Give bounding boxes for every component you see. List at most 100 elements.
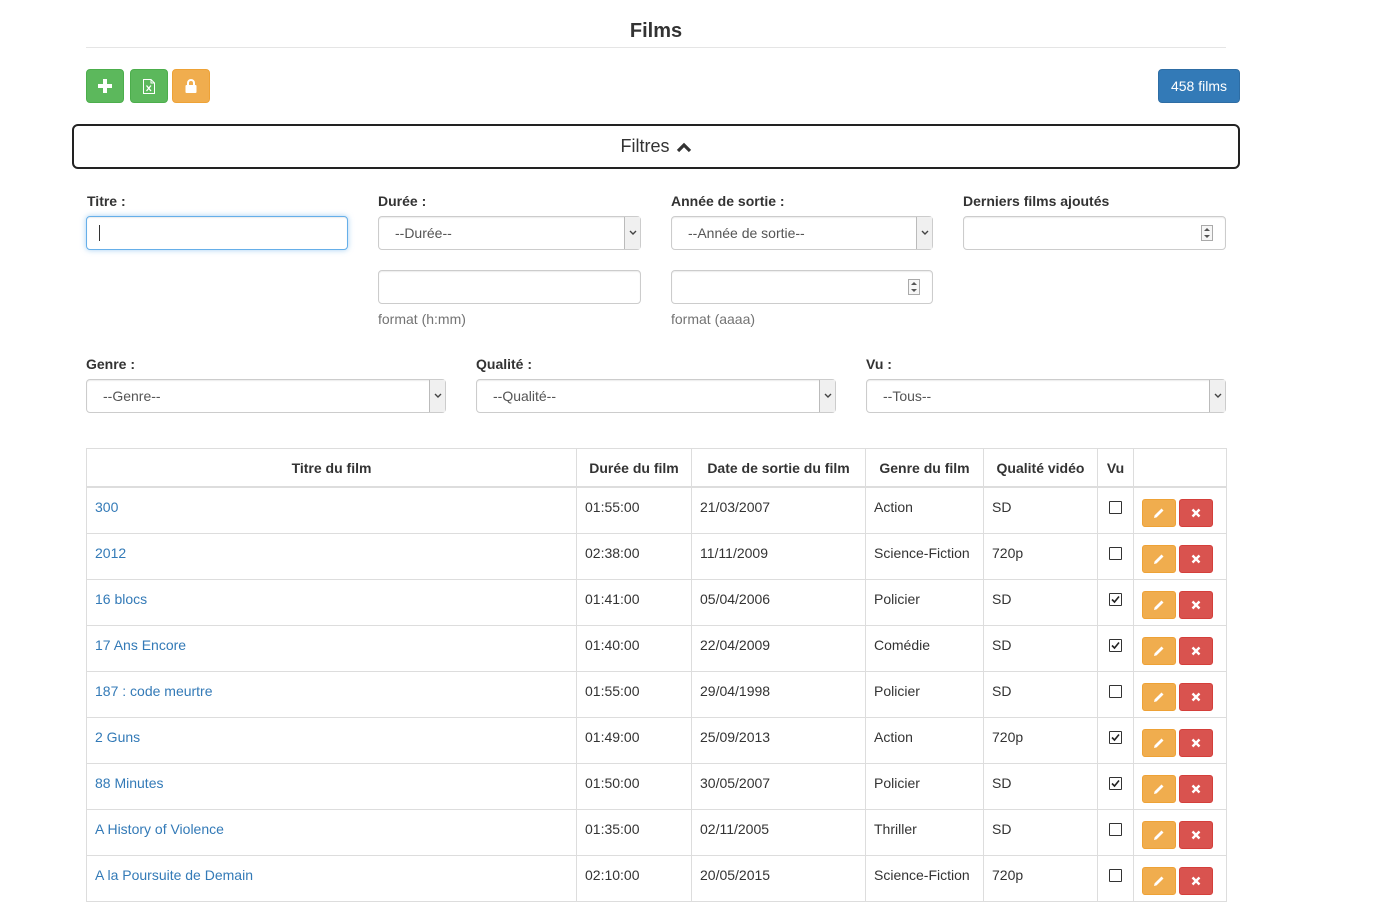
annee-select[interactable]: --Année de sortie-- — [671, 216, 933, 250]
film-title-link[interactable]: A la Poursuite de Demain — [95, 867, 253, 883]
seen-checkbox[interactable] — [1109, 546, 1122, 560]
cell-seen — [1097, 578, 1134, 626]
film-title-link[interactable]: 88 Minutes — [95, 775, 163, 791]
qualite-select-value: --Qualité-- — [493, 388, 557, 404]
edit-button[interactable] — [1142, 866, 1176, 895]
edit-button[interactable] — [1142, 820, 1176, 849]
edit-button[interactable] — [1142, 728, 1176, 757]
cell-genre: Science-Fiction — [865, 854, 984, 902]
seen-checkbox[interactable] — [1109, 868, 1122, 882]
delete-button[interactable] — [1179, 636, 1213, 665]
delete-button[interactable] — [1179, 590, 1213, 619]
film-title-link[interactable]: 16 blocs — [95, 591, 147, 607]
pencil-icon — [1154, 600, 1164, 610]
pencil-icon — [1154, 784, 1164, 794]
delete-button[interactable] — [1179, 499, 1213, 527]
seen-checkbox[interactable] — [1109, 592, 1122, 606]
edit-button[interactable] — [1142, 774, 1176, 803]
duree-select[interactable]: --Durée-- — [378, 216, 641, 250]
table-row: 300 01:55:00 21/03/2007 Action SD — [86, 486, 1227, 534]
seen-checkbox[interactable] — [1109, 822, 1122, 836]
export-excel-button[interactable] — [130, 69, 168, 103]
edit-button[interactable] — [1142, 636, 1176, 665]
cell-actions — [1133, 854, 1227, 902]
film-title-link[interactable]: 2012 — [95, 545, 126, 561]
film-title-link[interactable]: 17 Ans Encore — [95, 637, 186, 653]
seen-checkbox[interactable] — [1109, 684, 1122, 698]
filters-toggle-label: Filtres — [620, 136, 670, 156]
checkmark-icon — [1111, 733, 1120, 741]
delete-button[interactable] — [1179, 544, 1213, 573]
cell-genre: Comédie — [865, 624, 984, 672]
col-header-date[interactable]: Date de sortie du film — [691, 448, 866, 488]
number-spinner[interactable] — [1201, 225, 1213, 241]
annee-help: format (aaaa) — [671, 311, 756, 327]
genre-label: Genre : — [86, 356, 136, 372]
cell-title: A History of Violence — [86, 808, 577, 856]
annee-input[interactable] — [671, 270, 933, 304]
close-icon — [1191, 738, 1201, 747]
number-spinner[interactable] — [908, 279, 920, 295]
chevron-down-icon — [819, 380, 835, 412]
close-icon — [1191, 554, 1201, 563]
cell-seen — [1097, 532, 1134, 580]
cell-genre: Policier — [865, 670, 984, 718]
seen-checkbox[interactable] — [1109, 638, 1122, 652]
table-row: A History of Violence 01:35:00 02/11/2005 T… — [86, 808, 1227, 856]
titre-input[interactable] — [86, 216, 348, 250]
cell-title: 17 Ans Encore — [86, 624, 577, 672]
edit-button[interactable] — [1142, 682, 1176, 711]
film-title-link[interactable]: A History of Violence — [95, 821, 224, 837]
delete-button[interactable] — [1179, 866, 1213, 895]
cell-actions — [1133, 624, 1227, 672]
seen-checkbox[interactable] — [1109, 501, 1122, 514]
cell-title: 300 — [86, 486, 577, 534]
close-icon — [1191, 784, 1201, 793]
seen-checkbox[interactable] — [1109, 776, 1122, 790]
delete-button[interactable] — [1179, 820, 1213, 849]
cell-release-date: 30/05/2007 — [691, 762, 866, 810]
edit-button[interactable] — [1142, 590, 1176, 619]
delete-button[interactable] — [1179, 774, 1213, 803]
title-divider — [86, 47, 1226, 48]
duree-label: Durée : — [378, 193, 427, 209]
cell-duration: 01:50:00 — [576, 762, 692, 810]
delete-button[interactable] — [1179, 728, 1213, 757]
chevron-up-icon — [676, 142, 691, 152]
genre-select[interactable]: --Genre-- — [86, 379, 446, 413]
edit-button[interactable] — [1142, 544, 1176, 573]
col-header-titre[interactable]: Titre du film — [86, 448, 577, 488]
col-header-qualite[interactable]: Qualité vidéo — [983, 448, 1098, 488]
cell-actions — [1133, 762, 1227, 810]
col-header-duree[interactable]: Durée du film — [576, 448, 692, 488]
add-film-button[interactable] — [86, 69, 124, 103]
annee-select-value: --Année de sortie-- — [688, 225, 805, 241]
table-row: 88 Minutes 01:50:00 30/05/2007 Policier SD — [86, 762, 1227, 810]
pencil-icon — [1154, 646, 1164, 656]
cell-quality: SD — [983, 624, 1098, 672]
pencil-icon — [1154, 876, 1164, 886]
pencil-icon — [1154, 738, 1164, 748]
duree-input[interactable] — [378, 270, 641, 304]
qualite-select[interactable]: --Qualité-- — [476, 379, 836, 413]
cell-quality: 720p — [983, 854, 1098, 902]
vu-label: Vu : — [866, 356, 892, 372]
filters-toggle[interactable]: Filtres — [72, 124, 1240, 169]
film-count-button[interactable]: 458 films — [1158, 69, 1240, 103]
seen-checkbox[interactable] — [1109, 730, 1122, 744]
table-row: A la Poursuite de Demain 02:10:00 20/05/20… — [86, 854, 1227, 902]
vu-select[interactable]: --Tous-- — [866, 379, 1226, 413]
close-icon — [1191, 600, 1201, 609]
film-title-link[interactable]: 300 — [95, 499, 118, 515]
film-title-link[interactable]: 187 : code meurtre — [95, 683, 213, 699]
col-header-vu[interactable]: Vu — [1097, 448, 1134, 488]
edit-button[interactable] — [1142, 499, 1176, 527]
delete-button[interactable] — [1179, 682, 1213, 711]
derniers-input[interactable] — [963, 216, 1226, 250]
lock-button[interactable] — [172, 69, 210, 103]
film-title-link[interactable]: 2 Guns — [95, 729, 140, 745]
cell-quality: 720p — [983, 532, 1098, 580]
cell-title: 16 blocs — [86, 578, 577, 626]
cell-seen — [1097, 624, 1134, 672]
col-header-genre[interactable]: Genre du film — [865, 448, 984, 488]
